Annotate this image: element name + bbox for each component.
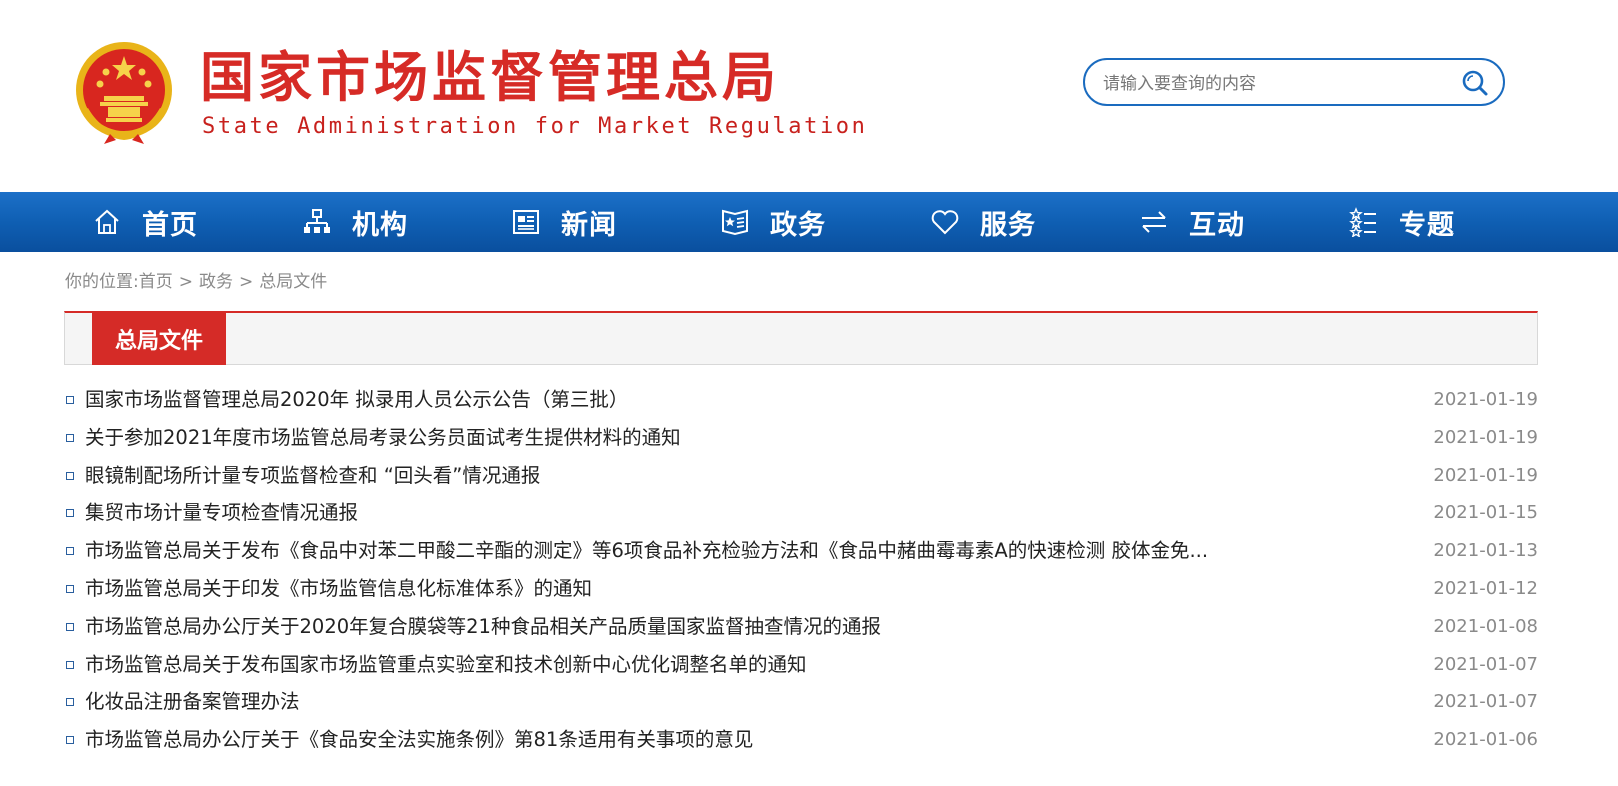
breadcrumb-separator: > xyxy=(238,272,254,292)
nav-label: 新闻 xyxy=(561,209,617,241)
bullet-square-icon xyxy=(66,433,74,442)
nav-item-topics[interactable]: 专题 xyxy=(1349,192,1455,252)
article-list: 国家市场监督管理总局2020年 拟录用人员公示公告（第三批） 2021-01-19… xyxy=(64,381,1538,759)
list-item: 市场监管总局关于印发《市场监管信息化标准体系》的通知 2021-01-12 xyxy=(64,570,1538,608)
article-link[interactable]: 集贸市场计量专项检查情况通报 xyxy=(85,494,358,532)
bullet-square-icon xyxy=(66,584,74,593)
list-item: 化妆品注册备案管理办法 2021-01-07 xyxy=(64,683,1538,721)
article-link[interactable]: 市场监管总局办公厅关于《食品安全法实施条例》第81条适用有关事项的意见 xyxy=(85,721,753,759)
bullet-square-icon xyxy=(66,471,74,480)
nav-label: 服务 xyxy=(980,209,1036,241)
nav-label: 专题 xyxy=(1399,209,1455,241)
nav-item-organization[interactable]: 机构 xyxy=(302,192,408,252)
list-item: 国家市场监督管理总局2020年 拟录用人员公示公告（第三批） 2021-01-19 xyxy=(64,381,1538,419)
article-date: 2021-01-15 xyxy=(1433,502,1538,524)
list-item: 市场监管总局办公厅关于2020年复合膜袋等21种食品相关产品质量国家监督抽查情况… xyxy=(64,608,1538,646)
article-link[interactable]: 市场监管总局关于印发《市场监管信息化标准体系》的通知 xyxy=(85,570,592,608)
bullet-square-icon xyxy=(66,736,74,745)
article-link[interactable]: 国家市场监督管理总局2020年 拟录用人员公示公告（第三批） xyxy=(85,381,628,419)
nav-item-news[interactable]: 新闻 xyxy=(511,192,617,252)
home-icon xyxy=(95,209,119,234)
bullet-square-icon xyxy=(66,622,74,631)
section-title-tab[interactable]: 总局文件 xyxy=(92,313,226,365)
article-link[interactable]: 关于参加2021年度市场监管总局考录公务员面试考生提供材料的通知 xyxy=(85,419,681,457)
article-date: 2021-01-19 xyxy=(1433,426,1538,448)
article-date: 2021-01-08 xyxy=(1433,615,1538,637)
nav-label: 机构 xyxy=(352,209,408,241)
nav-item-home[interactable]: 首页 xyxy=(92,192,198,252)
breadcrumb-separator: > xyxy=(178,272,193,292)
bullet-square-icon xyxy=(66,660,74,669)
breadcrumb-prefix: 你的位置: xyxy=(65,272,139,292)
newspaper-icon xyxy=(513,210,539,234)
list-item: 眼镜制配场所计量专项监督检查和 “回头看”情况通报 2021-01-19 xyxy=(64,457,1538,495)
article-date: 2021-01-06 xyxy=(1433,729,1538,751)
nav-item-interaction[interactable]: 互动 xyxy=(1139,192,1245,252)
list-item: 市场监管总局关于发布《食品中对苯二甲酸二辛酯的测定》等6项食品补充检验方法和《食… xyxy=(64,532,1538,570)
topic-list-icon xyxy=(1349,207,1376,237)
exchange-arrows-icon xyxy=(1142,211,1166,233)
nav-label: 政务 xyxy=(770,209,826,241)
article-date: 2021-01-13 xyxy=(1433,540,1538,562)
site-header: 国家市场监督管理总局 State Administration for Mark… xyxy=(0,0,1618,192)
heart-icon xyxy=(931,210,959,235)
government-affairs-icon xyxy=(722,209,748,236)
breadcrumb: 你的位置:首页 > 政务 > 总局文件 xyxy=(65,270,327,294)
article-date: 2021-01-19 xyxy=(1433,389,1538,410)
main-nav: 首页 机构 新闻 政务 服务 互动 专题 xyxy=(0,192,1618,252)
article-link[interactable]: 眼镜制配场所计量专项监督检查和 “回头看”情况通报 xyxy=(85,457,540,495)
article-date: 2021-01-07 xyxy=(1433,653,1538,675)
national-emblem-logo[interactable] xyxy=(70,38,178,146)
list-item: 市场监管总局关于发布国家市场监管重点实验室和技术创新中心优化调整名单的通知 202… xyxy=(64,646,1538,684)
list-item: 市场监管总局办公厅关于《食品安全法实施条例》第81条适用有关事项的意见 2021-… xyxy=(64,721,1538,759)
search-box xyxy=(1083,58,1505,106)
bullet-square-icon xyxy=(66,396,74,404)
article-link[interactable]: 市场监管总局关于发布《食品中对苯二甲酸二辛酯的测定》等6项食品补充检验方法和《食… xyxy=(85,532,1208,570)
nav-label: 互动 xyxy=(1189,209,1245,241)
list-item: 关于参加2021年度市场监管总局考录公务员面试考生提供材料的通知 2021-01-… xyxy=(64,419,1538,457)
article-date: 2021-01-07 xyxy=(1433,691,1538,713)
org-chart-icon xyxy=(304,209,330,233)
breadcrumb-link-home[interactable]: 首页 xyxy=(139,272,173,292)
bullet-square-icon xyxy=(66,547,74,556)
list-item: 集贸市场计量专项检查情况通报 2021-01-15 xyxy=(64,494,1538,532)
article-link[interactable]: 市场监管总局关于发布国家市场监管重点实验室和技术创新中心优化调整名单的通知 xyxy=(85,646,807,684)
nav-item-government-affairs[interactable]: 政务 xyxy=(720,192,826,252)
article-link[interactable]: 市场监管总局办公厅关于2020年复合膜袋等21种食品相关产品质量国家监督抽查情况… xyxy=(85,608,881,646)
article-date: 2021-01-19 xyxy=(1433,464,1538,486)
article-link[interactable]: 化妆品注册备案管理办法 xyxy=(85,683,300,721)
nav-label: 首页 xyxy=(142,209,198,241)
bullet-square-icon xyxy=(66,698,74,707)
breadcrumb-link-government-affairs[interactable]: 政务 xyxy=(199,272,233,292)
site-subtitle: State Administration for Market Regulati… xyxy=(202,114,868,139)
breadcrumb-link-current[interactable]: 总局文件 xyxy=(259,272,327,292)
search-icon[interactable] xyxy=(1461,69,1489,97)
search-input[interactable] xyxy=(1101,70,1445,98)
site-title[interactable]: 国家市场监督管理总局 xyxy=(200,48,780,108)
nav-item-services[interactable]: 服务 xyxy=(930,192,1036,252)
bullet-square-icon xyxy=(66,509,74,518)
section-header: 总局文件 xyxy=(64,311,1538,365)
article-date: 2021-01-12 xyxy=(1433,577,1538,599)
